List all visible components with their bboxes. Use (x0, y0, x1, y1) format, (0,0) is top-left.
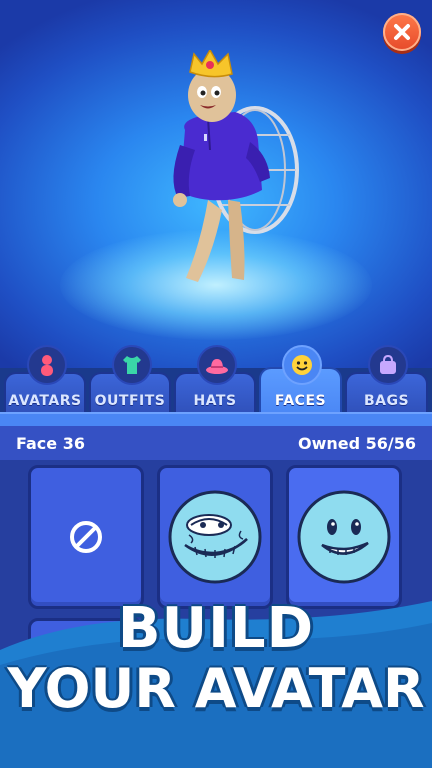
selection-info-bar: Face 36 Owned 56/56 (0, 426, 432, 460)
tab-label: OUTFITS (94, 393, 166, 409)
trollface-icon (168, 490, 262, 584)
tab-label: BAGS (363, 393, 410, 409)
promo-line-1: BUILD (117, 596, 315, 661)
owned-count: Owned 56/56 (297, 433, 416, 453)
bag-icon (368, 345, 408, 385)
avatar-preview-stage (0, 0, 432, 368)
selected-item-name: Face 36 (16, 433, 85, 453)
promo-title: BUILD YOUR AVATAR (0, 600, 432, 716)
promo-line-2: YOUR AVATAR (7, 657, 425, 721)
grin-face-icon (297, 490, 391, 584)
avatar-character[interactable] (150, 50, 300, 295)
tab-label: HATS (193, 393, 237, 409)
category-tabs: AVATARS OUTFITS HATS FACES BAGS (0, 345, 432, 417)
tab-label: AVATARS (8, 393, 82, 409)
no-entry-icon (70, 521, 102, 553)
person-icon (27, 345, 67, 385)
close-button[interactable] (383, 13, 421, 51)
face-card-selected[interactable] (286, 465, 402, 609)
smiley-icon (282, 345, 322, 385)
hat-icon (197, 345, 237, 385)
close-icon (394, 24, 410, 40)
face-card-none[interactable] (28, 465, 144, 609)
shirt-icon (112, 345, 152, 385)
face-card[interactable] (157, 465, 273, 609)
tab-label: FACES (274, 393, 327, 409)
